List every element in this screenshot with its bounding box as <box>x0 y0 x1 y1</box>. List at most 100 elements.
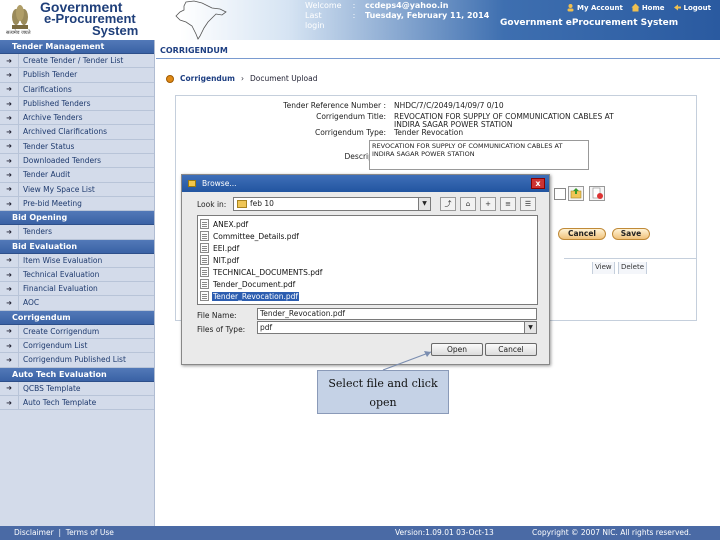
sidebar-item[interactable]: ➜ Tender Audit <box>0 168 154 183</box>
breadcrumb-corrigendum[interactable]: Corrigendum <box>180 74 235 83</box>
list-view-icon[interactable]: ≡ <box>500 197 516 211</box>
save-button[interactable]: Save <box>612 228 650 240</box>
welcome-label: Welcome <box>305 1 342 10</box>
user-icon <box>567 4 574 12</box>
dialog-cancel-button[interactable]: Cancel <box>485 343 537 356</box>
filename-input[interactable]: Tender_Revocation.pdf <box>257 308 537 320</box>
grid-delete-header[interactable]: Delete <box>618 262 647 274</box>
filetype-label: Files of Type: <box>197 325 246 334</box>
arrow-right-icon: ➜ <box>6 99 12 108</box>
details-view-icon[interactable]: ☰ <box>520 197 536 211</box>
sidebar-item[interactable]: ➜ Archived Clarifications <box>0 125 154 140</box>
sidebar-item[interactable]: ➜ Tender Status <box>0 139 154 155</box>
desc-label: Description* <box>344 152 391 161</box>
file-name: NIT.pdf <box>213 255 240 265</box>
delete-file-icon[interactable] <box>589 186 605 201</box>
file-item[interactable]: NIT.pdf <box>200 254 240 266</box>
chevron-down-icon[interactable]: ▼ <box>418 198 430 210</box>
home-folder-icon[interactable]: ⌂ <box>460 197 476 211</box>
home-label: Home <box>641 3 665 12</box>
sidebar-item[interactable]: ➜ Item Wise Evaluation <box>0 253 154 268</box>
logout-link[interactable]: Logout <box>673 3 711 12</box>
version-text: Version:1.09.01 03-Oct-13 <box>395 528 494 537</box>
sidebar-item[interactable]: ➜ Clarifications <box>0 82 154 97</box>
callout-line2: open <box>369 396 397 409</box>
logo-line3: System <box>92 23 139 38</box>
arrow-right-icon: ➜ <box>6 156 12 165</box>
sidebar-item-label: Publish Tender <box>18 68 77 82</box>
lastlogin-sep: : <box>352 11 356 20</box>
breadcrumb: Corrigendum › Document Upload <box>166 74 317 83</box>
sidebar-item[interactable]: ➜ Pre-bid Meeting <box>0 196 154 212</box>
up-folder-icon[interactable]: ⤴ <box>440 197 456 211</box>
site-logo[interactable]: Government e-Procurement System <box>40 0 139 38</box>
system-title: Government eProcurement System <box>500 18 679 28</box>
upload-icon[interactable] <box>568 186 584 201</box>
home-icon <box>631 3 640 12</box>
arrow-right-icon: ➜ <box>6 128 12 137</box>
open-button[interactable]: Open <box>431 343 483 356</box>
attachment-field[interactable] <box>554 188 566 200</box>
file-item[interactable]: Tender_Document.pdf <box>200 278 296 290</box>
sidebar-item-label: Corrigendum List <box>18 339 87 353</box>
sidebar-item[interactable]: ➜ Create Tender / Tender List <box>0 54 154 69</box>
sidebar-item[interactable]: ➜ Archive Tenders <box>0 111 154 126</box>
filetype-value: pdf <box>260 323 273 332</box>
sidebar-item[interactable]: ➜ QCBS Template <box>0 381 154 396</box>
sidebar-item[interactable]: ➜ View My Space List <box>0 182 154 197</box>
file-name: Committee_Details.pdf <box>213 231 299 241</box>
lastlogin-value: Tuesday, February 11, 2014 <box>365 11 490 20</box>
ref-value: NHDC/7/C/2049/14/09/7 0/10 <box>394 101 504 110</box>
file-item[interactable]: Tender_Revocation.pdf <box>200 290 300 302</box>
file-item[interactable]: Committee_Details.pdf <box>200 230 300 242</box>
sidebar-item-label: Archived Clarifications <box>18 125 107 139</box>
file-icon <box>200 243 209 253</box>
chevron-down-icon[interactable]: ▼ <box>524 322 536 333</box>
file-item[interactable]: EEI.pdf <box>200 242 240 254</box>
arrow-right-icon: ➜ <box>6 327 12 336</box>
arrow-right-icon: ➜ <box>6 256 12 265</box>
sidebar-item[interactable]: ➜ Tenders <box>0 225 154 240</box>
header: सत्यमेव जयते Government e-Procurement Sy… <box>0 0 720 40</box>
india-map-icon <box>175 0 227 40</box>
sidebar-item[interactable]: ➜ Create Corrigendum <box>0 324 154 340</box>
home-link[interactable]: Home <box>631 3 665 12</box>
filetype-select[interactable]: pdf ▼ <box>257 321 537 334</box>
file-item[interactable]: ANEX.pdf <box>200 218 249 230</box>
footer-divider: | <box>58 528 61 537</box>
callout-line1: Select file and click <box>328 377 438 390</box>
description-textarea[interactable]: REVOCATION FOR SUPPLY OF COMMUNICATION C… <box>369 140 589 170</box>
sidebar-item-label: Create Tender / Tender List <box>18 54 123 68</box>
lookin-label: Look in: <box>197 200 227 209</box>
dialog-close-button[interactable]: x <box>531 178 545 189</box>
dialog-titlebar[interactable]: Browse... x <box>182 175 549 192</box>
logout-label: Logout <box>683 3 711 12</box>
sidebar-item-label: Corrigendum Published List <box>18 353 126 367</box>
sidebar-item[interactable]: ➜ Corrigendum List <box>0 339 154 354</box>
sidebar-item-label: AOC <box>18 296 39 310</box>
sidebar-item[interactable]: ➜ Downloaded Tenders <box>0 154 154 169</box>
sidebar-item[interactable]: ➜ Technical Evaluation <box>0 267 154 283</box>
lookin-select[interactable]: feb 10 ▼ <box>233 197 431 211</box>
top-links: My Account Home Logout <box>566 3 711 12</box>
sidebar: Tender Management ➜ Create Tender / Tender… <box>0 40 155 526</box>
file-icon <box>200 267 209 277</box>
logout-icon <box>673 4 681 11</box>
grid-view-header[interactable]: View <box>592 262 615 274</box>
terms-link[interactable]: Terms of Use <box>66 528 114 537</box>
sidebar-item[interactable]: ➜ Auto Tech Template <box>0 395 154 411</box>
footer-links: Disclaimer | Terms of Use <box>14 526 114 540</box>
sidebar-item[interactable]: ➜ AOC <box>0 296 154 311</box>
arrow-right-icon: ➜ <box>6 113 12 122</box>
new-folder-icon[interactable]: + <box>480 197 496 211</box>
sidebar-item[interactable]: ➜ Corrigendum Published List <box>0 353 154 368</box>
my-account-link[interactable]: My Account <box>566 3 623 12</box>
disclaimer-link[interactable]: Disclaimer <box>14 528 54 537</box>
sidebar-item[interactable]: ➜ Published Tenders <box>0 96 154 112</box>
sidebar-item[interactable]: ➜ Financial Evaluation <box>0 282 154 297</box>
file-item[interactable]: TECHNICAL_DOCUMENTS.pdf <box>200 266 323 278</box>
emblem-icon: सत्यमेव जयते <box>6 3 32 37</box>
sidebar-item[interactable]: ➜ Publish Tender <box>0 68 154 83</box>
sidebar-item-label: Item Wise Evaluation <box>18 253 102 267</box>
cancel-button[interactable]: Cancel <box>558 228 606 240</box>
